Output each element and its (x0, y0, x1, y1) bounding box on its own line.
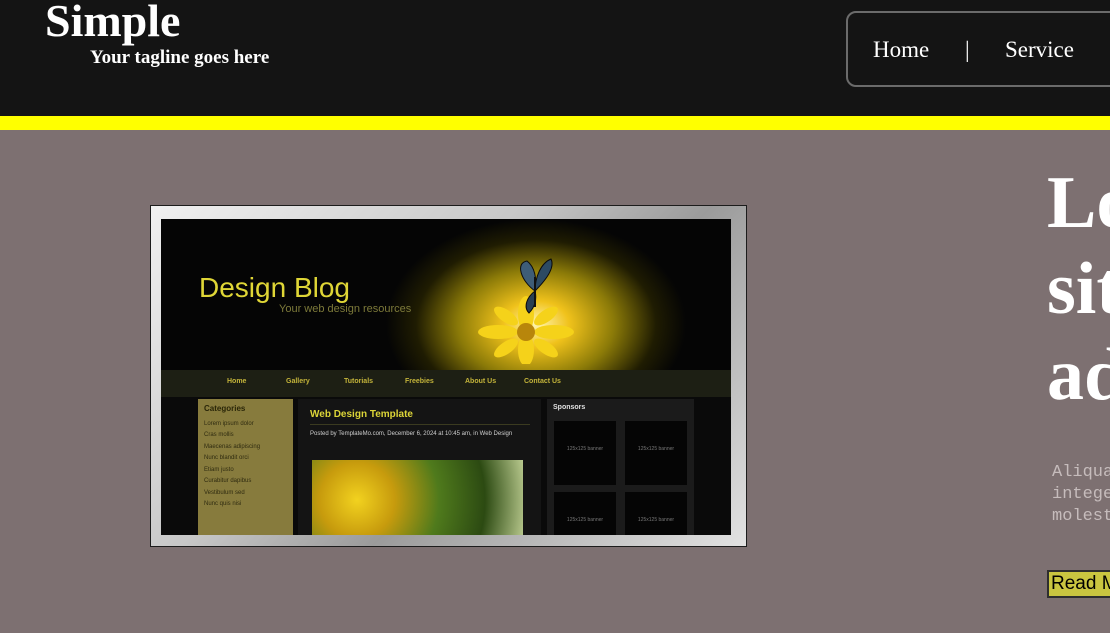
site-tagline: Your tagline goes here (90, 47, 270, 68)
screenshot-nav-item: About Us (465, 378, 497, 385)
screenshot-sponsors-panel: Sponsors 125x125 banner 125x125 banner 1… (547, 399, 694, 535)
headline-line: sit (1047, 248, 1110, 330)
screenshot-post-image (312, 460, 523, 535)
screenshot-category-item: Lorem ipsum dolor (204, 421, 254, 427)
screenshot-categories-title: Categories (204, 404, 246, 413)
main-navigation: Home | Service (846, 11, 1110, 87)
screenshot-sponsors-title: Sponsors (553, 404, 586, 411)
screenshot-category-item: Vestibulum sed (204, 490, 245, 496)
screenshot-category-item: Curabitur dapibus (204, 478, 252, 484)
sponsor-banner-label: 125x125 banner (637, 517, 675, 523)
screenshot-post: Web Design Template Posted by TemplateMo… (298, 399, 541, 535)
screenshot-category-item: Nunc blandit orci (204, 455, 249, 461)
featured-image: Design Blog Your web design resources Ho… (150, 205, 747, 547)
sponsor-banner: 125x125 banner (625, 492, 687, 535)
screenshot-category-item: Cras mollis (204, 432, 234, 438)
template-screenshot: Design Blog Your web design resources Ho… (161, 219, 731, 535)
site-title[interactable]: Simple (45, 0, 180, 48)
screenshot-nav-item: Home (227, 378, 247, 385)
screenshot-nav: Home Gallery Tutorials Freebies About Us… (161, 370, 731, 397)
screenshot-post-title: Web Design Template (310, 409, 413, 420)
screenshot-post-divider (310, 424, 530, 425)
sponsor-banner: 125x125 banner (554, 492, 616, 535)
screenshot-category-item: Maecenas adipiscing (204, 444, 261, 450)
screenshot-post-meta: Posted by TemplateMo.com, December 6, 20… (310, 431, 513, 437)
body-text-line: Aliqua (1052, 463, 1110, 482)
sponsor-banner: 125x125 banner (554, 421, 616, 485)
body-text-line: molest (1052, 507, 1110, 526)
sponsor-banner-label: 125x125 banner (637, 446, 675, 452)
body-text-line: intege (1052, 485, 1110, 504)
sponsor-banner-label: 125x125 banner (566, 517, 604, 523)
read-more-button[interactable]: Read M (1047, 570, 1110, 598)
nav-home-link[interactable]: Home (873, 36, 929, 64)
screenshot-nav-item: Freebies (405, 378, 434, 385)
screenshot-blog-title: Design Blog (199, 272, 350, 303)
screenshot-categories-panel: Categories Lorem ipsum dolor Cras mollis… (198, 399, 293, 535)
hero-headline: Lo sit ad (1047, 160, 1110, 418)
screenshot-blog-subtitle: Your web design resources (279, 303, 412, 315)
screenshot-category-item: Etiam justo (204, 467, 234, 473)
screenshot-banner: Design Blog Your web design resources (161, 219, 731, 370)
accent-bar (0, 116, 1110, 130)
headline-line: Lo (1047, 162, 1110, 244)
nav-service-link[interactable]: Service (1005, 36, 1074, 64)
screenshot-nav-item: Contact Us (524, 378, 561, 385)
sponsor-banner-label: 125x125 banner (566, 446, 604, 452)
headline-line: ad (1047, 334, 1110, 416)
screenshot-nav-item: Tutorials (344, 378, 374, 385)
screenshot-category-item: Nunc quis nisi (204, 501, 242, 507)
site-header: Simple Your tagline goes here Home | Ser… (0, 0, 1110, 116)
sponsor-banner: 125x125 banner (625, 421, 687, 485)
nav-separator: | (965, 37, 970, 62)
butterfly-icon (520, 258, 553, 314)
hero-body-text: Aliqua intege molest (1052, 462, 1110, 528)
screenshot-nav-item: Gallery (286, 378, 310, 385)
